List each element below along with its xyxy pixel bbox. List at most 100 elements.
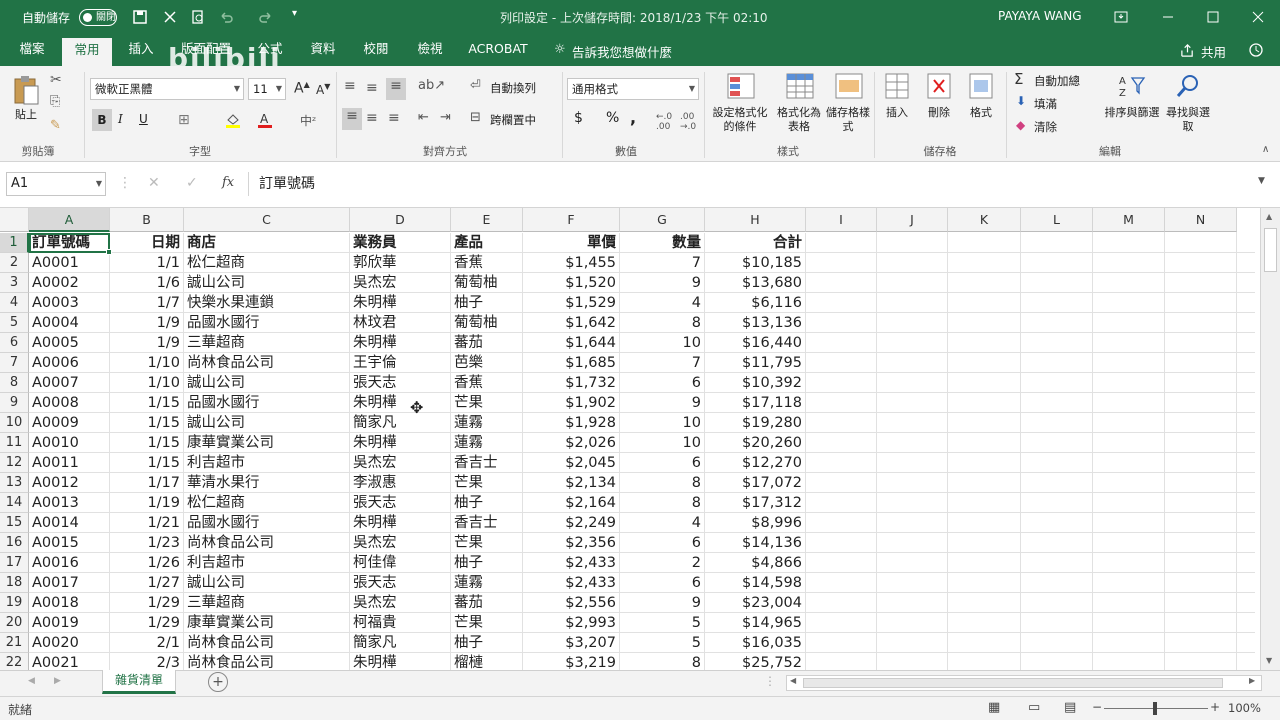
borders-icon[interactable]: ⊞: [178, 112, 190, 128]
table-cell[interactable]: $19,280: [705, 413, 806, 433]
ribbon-display-icon[interactable]: [1113, 9, 1129, 25]
table-header-cell[interactable]: 單價: [523, 233, 620, 253]
next-sheet-icon[interactable]: ▶: [54, 676, 61, 686]
table-cell[interactable]: $13,136: [705, 313, 806, 333]
paste-icon[interactable]: [12, 74, 40, 106]
table-cell[interactable]: $2,045: [523, 453, 620, 473]
row-header[interactable]: 2: [0, 253, 29, 273]
table-cell[interactable]: 1/27: [110, 573, 184, 593]
decrease-decimal-icon[interactable]: .00 →.0: [680, 112, 696, 132]
font-size-select[interactable]: 11 ▼: [248, 78, 286, 100]
table-cell[interactable]: 1/15: [110, 453, 184, 473]
clear-button[interactable]: 清除: [1034, 119, 1057, 135]
table-cell[interactable]: $10,185: [705, 253, 806, 273]
table-cell[interactable]: $2,433: [523, 573, 620, 593]
table-cell[interactable]: 8: [620, 473, 705, 493]
table-cell[interactable]: 6: [620, 533, 705, 553]
format-cells-icon[interactable]: [968, 72, 994, 100]
table-cell[interactable]: $4,866: [705, 553, 806, 573]
table-cell[interactable]: 1/15: [110, 393, 184, 413]
table-cell[interactable]: 尚林食品公司: [184, 533, 350, 553]
table-cell[interactable]: $12,270: [705, 453, 806, 473]
row-header[interactable]: 16: [0, 533, 29, 553]
table-cell[interactable]: A0011: [29, 453, 110, 473]
table-cell[interactable]: 8: [620, 653, 705, 670]
table-cell[interactable]: $2,026: [523, 433, 620, 453]
name-box[interactable]: A1 ▼: [6, 172, 106, 196]
save-icon[interactable]: [132, 9, 148, 25]
table-cell[interactable]: 蓮霧: [451, 433, 523, 453]
table-cell[interactable]: $10,392: [705, 373, 806, 393]
row-header[interactable]: 14: [0, 493, 29, 513]
table-cell[interactable]: 柯佳偉: [350, 553, 451, 573]
table-cell[interactable]: 1/26: [110, 553, 184, 573]
row-header[interactable]: 13: [0, 473, 29, 493]
zoom-level[interactable]: 100%: [1228, 701, 1261, 715]
table-cell[interactable]: 朱明樺: [350, 333, 451, 353]
merge-center-icon[interactable]: ⊟: [470, 110, 481, 125]
table-cell[interactable]: 誠山公司: [184, 373, 350, 393]
table-cell[interactable]: 1/10: [110, 353, 184, 373]
table-cell[interactable]: 1/15: [110, 413, 184, 433]
table-cell[interactable]: $20,260: [705, 433, 806, 453]
table-cell[interactable]: $2,249: [523, 513, 620, 533]
table-cell[interactable]: 品國水國行: [184, 513, 350, 533]
sheet-tab-active[interactable]: 雜貨清單: [102, 670, 176, 694]
table-cell[interactable]: 朱明樺: [350, 653, 451, 670]
tab-view[interactable]: 檢視: [410, 34, 450, 66]
table-cell[interactable]: $14,598: [705, 573, 806, 593]
row-header[interactable]: 8: [0, 373, 29, 393]
table-cell[interactable]: $16,035: [705, 633, 806, 653]
table-cell[interactable]: A0017: [29, 573, 110, 593]
table-cell[interactable]: 蕃茄: [451, 333, 523, 353]
table-cell[interactable]: 香蕉: [451, 373, 523, 393]
column-header[interactable]: J: [877, 208, 948, 232]
row-header[interactable]: 21: [0, 633, 29, 653]
row-header[interactable]: 15: [0, 513, 29, 533]
wrap-text-icon[interactable]: ⏎: [470, 78, 481, 93]
table-cell[interactable]: A0003: [29, 293, 110, 313]
normal-view-icon[interactable]: ▦: [988, 700, 1000, 715]
prev-sheet-icon[interactable]: ◀: [28, 676, 35, 686]
table-header-cell[interactable]: 合計: [705, 233, 806, 253]
table-cell[interactable]: 誠山公司: [184, 413, 350, 433]
scroll-down-icon[interactable]: ▼: [1266, 656, 1272, 665]
tab-data[interactable]: 資料: [303, 34, 343, 66]
table-cell[interactable]: A0007: [29, 373, 110, 393]
expand-formula-icon[interactable]: ▼: [1258, 176, 1265, 186]
table-cell[interactable]: $11,795: [705, 353, 806, 373]
table-cell[interactable]: A0009: [29, 413, 110, 433]
table-cell[interactable]: 葡萄柚: [451, 313, 523, 333]
row-header[interactable]: 9: [0, 393, 29, 413]
table-cell[interactable]: 榴槤: [451, 653, 523, 670]
table-cell[interactable]: 6: [620, 453, 705, 473]
tell-me-box[interactable]: 告訴我您想做什麼: [572, 42, 672, 61]
row-header[interactable]: 3: [0, 273, 29, 293]
table-cell[interactable]: 1/10: [110, 373, 184, 393]
font-color-icon[interactable]: A: [256, 111, 274, 129]
tab-review[interactable]: 校閱: [356, 34, 396, 66]
paste-button[interactable]: 貼上: [12, 108, 40, 122]
table-cell[interactable]: A0013: [29, 493, 110, 513]
cut-icon[interactable]: ✂: [50, 72, 62, 88]
table-cell[interactable]: 簡家凡: [350, 413, 451, 433]
print-preview-icon[interactable]: [190, 9, 206, 25]
table-cell[interactable]: 8: [620, 493, 705, 513]
fill-down-icon[interactable]: ⬇: [1016, 94, 1026, 108]
eraser-icon[interactable]: ◆: [1016, 118, 1025, 132]
table-cell[interactable]: 芒果: [451, 473, 523, 493]
conditional-format-button[interactable]: 設定格式化的條件: [708, 106, 772, 134]
table-cell[interactable]: 10: [620, 333, 705, 353]
sort-filter-button[interactable]: 排序與篩選: [1100, 106, 1164, 120]
redo-icon[interactable]: [258, 9, 274, 25]
table-cell[interactable]: 10: [620, 413, 705, 433]
align-bottom-icon[interactable]: ≡: [386, 78, 406, 100]
worksheet-grid[interactable]: ABCDEFGHIJKLMN 1 訂單號碼 日期 商店 業務員 產品 單價 數量 合計 2 A000…: [0, 208, 1280, 670]
table-cell[interactable]: 誠山公司: [184, 573, 350, 593]
align-top-icon[interactable]: ≡: [344, 78, 356, 94]
table-cell[interactable]: A0006: [29, 353, 110, 373]
decrease-font-icon[interactable]: A▼: [316, 82, 330, 97]
column-header[interactable]: L: [1021, 208, 1093, 232]
table-cell[interactable]: $1,455: [523, 253, 620, 273]
share-button[interactable]: 共用: [1201, 42, 1226, 61]
